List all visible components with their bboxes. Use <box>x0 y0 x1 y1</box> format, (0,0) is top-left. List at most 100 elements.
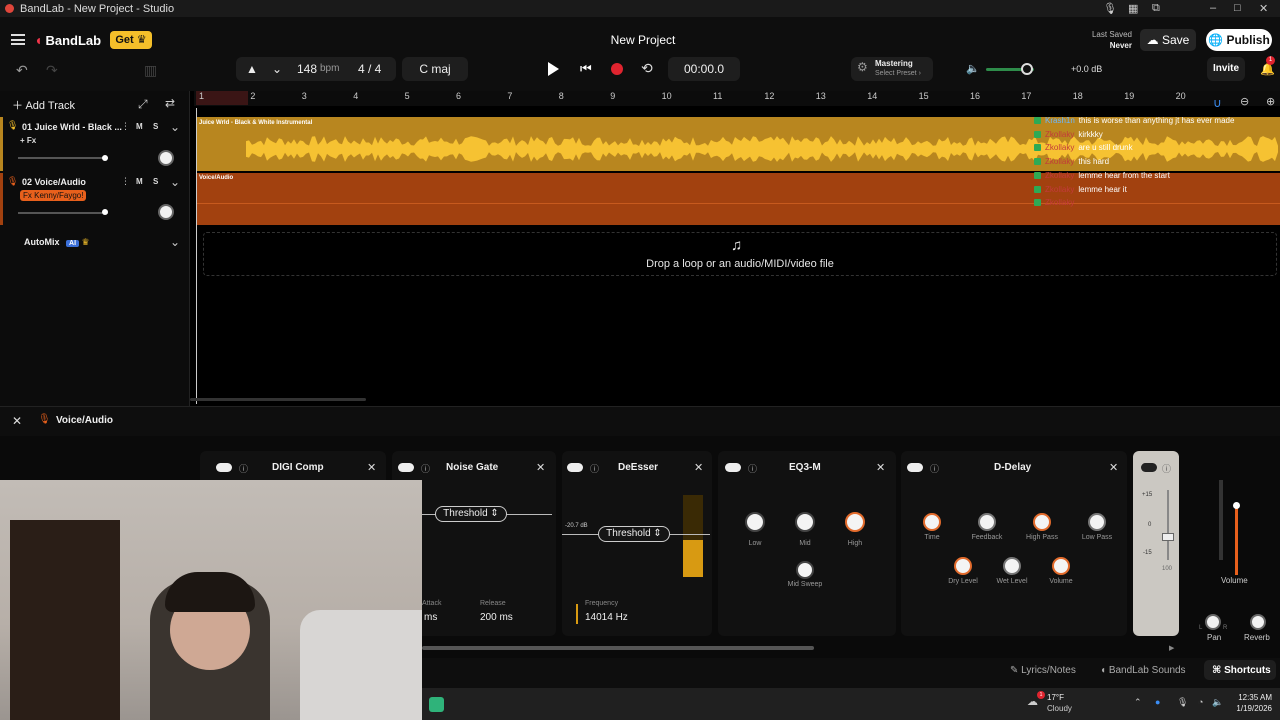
automation-icon[interactable]: ⤢ <box>138 97 148 112</box>
track2-volume-handle[interactable] <box>102 209 108 215</box>
volume-fader-handle[interactable] <box>1233 502 1240 509</box>
master-volume-handle[interactable] <box>1021 63 1033 75</box>
track2-solo-button[interactable]: S <box>153 177 158 186</box>
speaker-icon[interactable]: 🔈 <box>966 62 980 75</box>
get-membership-button[interactable]: Get ♛ <box>110 31 152 49</box>
attack-value[interactable]: ms <box>424 612 437 623</box>
extra-fx-toggle[interactable] <box>1141 463 1157 472</box>
digi-comp-toggle[interactable] <box>216 463 232 472</box>
eq-high-knob[interactable] <box>845 512 865 532</box>
track1-fx-button[interactable]: + Fx <box>20 136 36 145</box>
save-button[interactable]: ☁ Save <box>1140 29 1196 51</box>
zoom-in-icon[interactable]: ⊕ <box>1266 95 1275 108</box>
track1-pan-knob[interactable] <box>158 150 174 166</box>
project-title[interactable]: New Project <box>560 33 726 47</box>
chevron-down-icon[interactable]: ⌄ <box>170 235 180 249</box>
close-icon[interactable]: ✕ <box>367 461 376 474</box>
noise-gate-toggle[interactable] <box>398 463 414 472</box>
info-icon[interactable]: ⓘ <box>748 462 757 475</box>
chevron-down-icon[interactable]: ⌄ <box>272 57 282 81</box>
eq-low-knob[interactable] <box>745 512 765 532</box>
volume-fader[interactable] <box>1235 505 1238 575</box>
track1-mute-button[interactable]: M <box>136 122 143 131</box>
reverb-knob[interactable] <box>1250 614 1266 630</box>
timeline-scrollbar[interactable] <box>190 398 366 401</box>
play-icon[interactable] <box>548 62 559 76</box>
key-selector[interactable]: C maj <box>402 57 468 81</box>
delay-volume-knob[interactable] <box>1052 557 1070 575</box>
eq-mid-sweep-knob[interactable] <box>796 561 814 579</box>
time-signature[interactable]: 4 / 4 <box>358 57 381 81</box>
track1-name[interactable]: 01 Juice Wrld - Black ... <box>22 122 122 132</box>
close-icon[interactable]: ✕ <box>876 461 885 474</box>
track-settings-icon[interactable]: ⇄ <box>165 96 175 110</box>
add-track-button[interactable]: ＋ Add Track <box>12 97 75 113</box>
info-icon[interactable]: ⓘ <box>421 462 430 475</box>
info-icon[interactable]: ⓘ <box>590 462 599 475</box>
noise-gate-threshold[interactable]: Threshold ⇕ <box>435 506 507 522</box>
grid-icon[interactable]: ▦ <box>1128 2 1138 15</box>
invite-button[interactable]: Invite <box>1207 57 1245 81</box>
bpm-value[interactable]: 148 <box>297 57 317 81</box>
track2-fx-preset[interactable]: Fx Kenny/Faygo! <box>20 190 87 201</box>
bandlab-logo[interactable]: ◖ BandLab <box>34 32 101 48</box>
eq-mid-knob[interactable] <box>795 512 815 532</box>
deesser-toggle[interactable] <box>567 463 583 472</box>
track2-more-icon[interactable]: ⋮ <box>121 176 130 187</box>
close-window-button[interactable]: ✕ <box>1259 2 1268 15</box>
eq3m-toggle[interactable] <box>725 463 741 472</box>
d-delay-toggle[interactable] <box>907 463 923 472</box>
extra-fader-track[interactable] <box>1167 490 1169 560</box>
track2-volume-slider[interactable] <box>18 212 108 214</box>
track1-solo-button[interactable]: S <box>153 122 158 131</box>
lyrics-notes-button[interactable]: ✎ Lyrics/Notes <box>1010 665 1076 676</box>
taskbar-app-icon[interactable] <box>429 697 444 712</box>
redo-icon[interactable]: ↷ <box>46 62 58 79</box>
delay-dry-knob[interactable] <box>954 557 972 575</box>
undo-icon[interactable]: ↶ <box>16 62 28 79</box>
chevron-down-icon[interactable]: ⌄ <box>170 175 180 189</box>
delay-time-knob[interactable] <box>923 513 941 531</box>
scroll-right-icon[interactable]: ▶ <box>1169 644 1174 652</box>
delay-highpass-knob[interactable] <box>1033 513 1051 531</box>
close-icon[interactable]: ✕ <box>694 461 703 474</box>
tempo-control[interactable]: ▲ ⌄ 148 bpm 4 / 4 <box>236 57 396 81</box>
wifi-icon[interactable]: ◔ <box>1198 697 1203 707</box>
mic-icon[interactable]: 🎙 <box>1103 2 1117 15</box>
menu-icon[interactable] <box>11 34 25 45</box>
mic-icon[interactable]: 🎙 <box>1177 697 1188 708</box>
delay-wet-knob[interactable] <box>1003 557 1021 575</box>
clock-time[interactable]: 12:35 AM <box>1236 693 1272 702</box>
close-icon[interactable]: ✕ <box>12 414 22 428</box>
chevron-down-icon[interactable]: ⌄ <box>170 120 180 134</box>
skip-back-icon[interactable]: ⏮ <box>580 61 592 77</box>
extension-icon[interactable]: ⧉ <box>1152 2 1160 15</box>
maximize-button[interactable]: □ <box>1234 2 1241 14</box>
track2-pan-knob[interactable] <box>158 204 174 220</box>
metronome-icon[interactable]: ▲ <box>246 57 258 81</box>
info-icon[interactable]: ⓘ <box>239 462 248 475</box>
close-icon[interactable]: ✕ <box>536 461 545 474</box>
automix-row[interactable]: AutoMix AI ♛ <box>24 237 90 248</box>
info-icon[interactable]: ⓘ <box>930 462 939 475</box>
piano-icon[interactable]: ▥ <box>144 62 157 79</box>
weather-temp[interactable]: 17°F <box>1047 693 1064 702</box>
loop-icon[interactable]: ⟲ <box>641 60 653 77</box>
deesser-threshold[interactable]: Threshold ⇕ <box>598 526 670 542</box>
minimize-button[interactable]: – <box>1210 2 1216 14</box>
zoom-out-icon[interactable]: ⊖ <box>1240 95 1249 108</box>
publish-button[interactable]: 🌐 Publish <box>1206 29 1272 51</box>
info-icon[interactable]: ⓘ <box>1162 462 1171 475</box>
bandlab-sounds-button[interactable]: ◖ BandLab Sounds <box>1100 665 1186 676</box>
track2-name[interactable]: 02 Voice/Audio <box>22 177 86 187</box>
track1-volume-handle[interactable] <box>102 155 108 161</box>
frequency-value[interactable]: 14014 Hz <box>585 612 628 623</box>
mastering-button[interactable]: ⚙ Mastering Select Preset › <box>851 57 933 81</box>
track1-volume-slider[interactable] <box>18 157 108 159</box>
tray-app-icon[interactable]: ● <box>1155 697 1160 707</box>
track2-mute-button[interactable]: M <box>136 177 143 186</box>
shortcuts-label-wrap[interactable]: ⌘ Shortcuts <box>1212 665 1271 676</box>
chevron-up-icon[interactable]: ⌃ <box>1134 697 1142 708</box>
fx-chain-scrollbar[interactable] <box>422 646 814 650</box>
magnet-icon[interactable]: ∪ <box>1213 96 1222 110</box>
